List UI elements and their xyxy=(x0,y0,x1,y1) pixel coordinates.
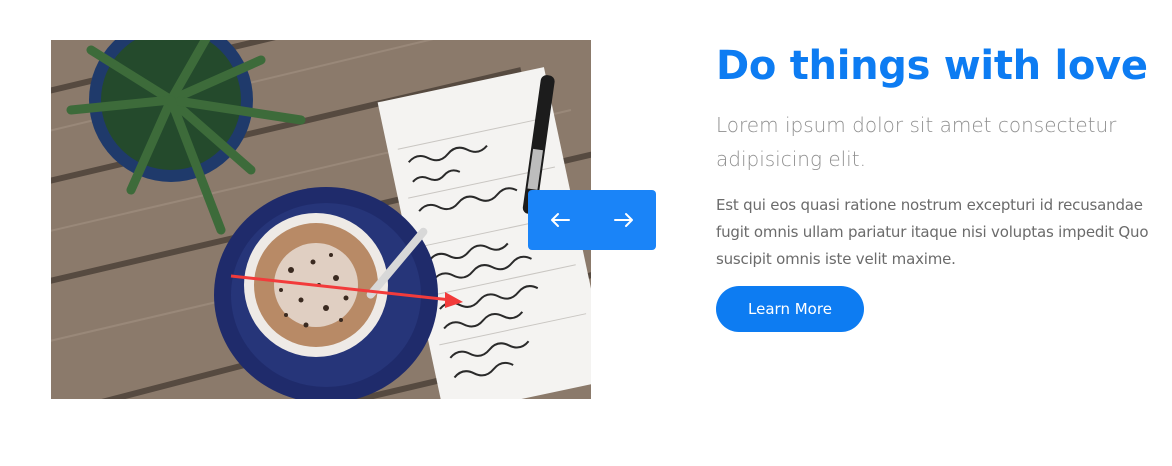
hero-body: Est qui eos quasi ratione nostrum except… xyxy=(716,196,1149,268)
hero-content: Do things with love Lorem ipsum dolor si… xyxy=(716,40,1166,273)
hero-image xyxy=(51,40,591,399)
hero-lead: Lorem ipsum dolor sit amet consectetur a… xyxy=(716,113,1117,171)
slider-nav xyxy=(528,190,656,250)
prev-slide-button[interactable] xyxy=(540,200,580,240)
learn-more-button[interactable]: Learn More xyxy=(716,286,864,332)
coffee-notebook-photo xyxy=(51,40,591,399)
arrow-left-icon xyxy=(551,213,570,227)
hero-title: Do things with love xyxy=(716,43,1148,89)
next-slide-button[interactable] xyxy=(604,200,644,240)
arrow-right-icon xyxy=(614,213,633,227)
